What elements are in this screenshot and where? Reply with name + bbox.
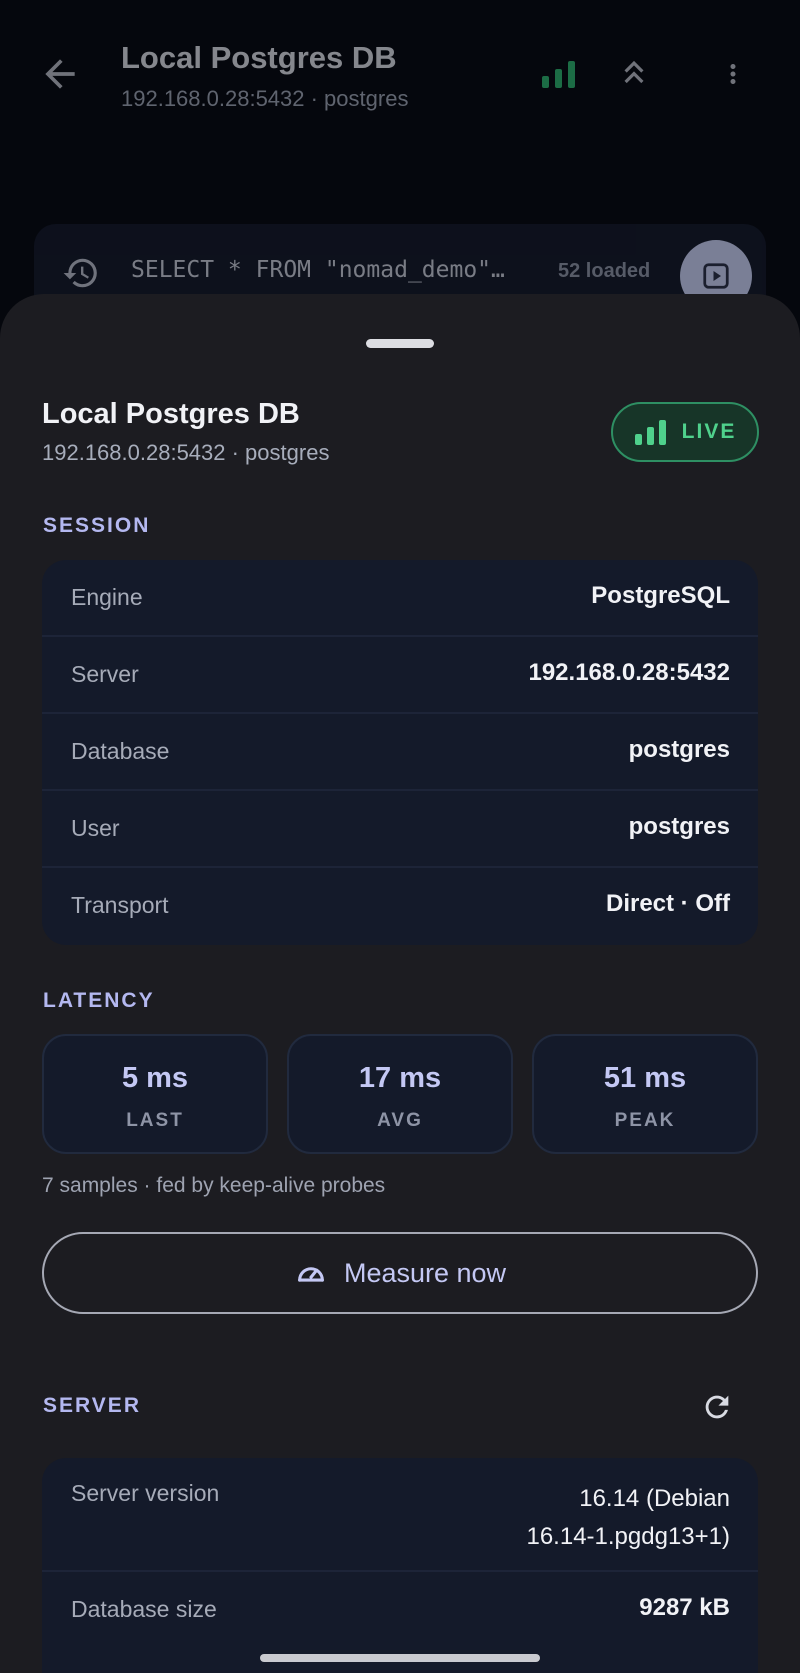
status-badge-label: LIVE: [681, 420, 737, 443]
run-query-icon: [703, 263, 729, 289]
session-row-database: Database postgres: [42, 714, 758, 791]
server-version-line2: 16.14-1.pgdg13+1): [526, 1523, 730, 1550]
latency-last-card: 5 ms LAST: [42, 1034, 268, 1154]
server-card: Server version 16.14 (Debian 16.14-1.pgd…: [42, 1458, 758, 1673]
row-value: 192.168.0.28:5432: [528, 659, 730, 686]
app-title: Local Postgres DB: [121, 40, 397, 75]
signal-bars-icon: [634, 420, 666, 445]
session-row-server: Server 192.168.0.28:5432: [42, 637, 758, 714]
session-row-engine: Engine PostgreSQL: [42, 560, 758, 637]
row-value: postgres: [628, 813, 730, 840]
sheet-subtitle: 192.168.0.28:5432 · postgres: [42, 440, 330, 465]
row-label: Server version: [71, 1480, 220, 1506]
sheet-drag-handle[interactable]: [366, 339, 434, 348]
row-label: Database: [71, 738, 170, 764]
history-icon[interactable]: [62, 254, 100, 292]
latency-heading: LATENCY: [43, 989, 155, 1012]
measure-now-label: Measure now: [343, 1257, 507, 1288]
connection-info-sheet: Local Postgres DB 192.168.0.28:5432 · po…: [0, 294, 800, 1673]
latency-label: AVG: [377, 1110, 423, 1131]
more-vert-icon[interactable]: [718, 52, 748, 96]
row-value: 16.14 (Debian 16.14-1.pgdg13+1): [526, 1480, 730, 1556]
session-heading: SESSION: [43, 514, 151, 537]
row-value: PostgreSQL: [591, 582, 730, 609]
status-badge: LIVE: [611, 402, 759, 462]
app-bar: Local Postgres DB 192.168.0.28:5432 · po…: [0, 0, 800, 150]
query-text[interactable]: SELECT * FROM "nomad_demo"…: [131, 257, 551, 283]
server-row-size: Database size 9287 kB: [42, 1572, 758, 1649]
row-label: Transport: [71, 892, 169, 918]
session-row-transport: Transport Direct · Off: [42, 868, 758, 945]
row-value: Direct · Off: [605, 890, 730, 917]
signal-bars-icon[interactable]: [540, 58, 578, 90]
session-row-user: User postgres: [42, 791, 758, 868]
app-subtitle: 192.168.0.28:5432 · postgres: [121, 86, 409, 111]
server-row-version: Server version 16.14 (Debian 16.14-1.pgd…: [42, 1458, 758, 1572]
latency-peak-card: 51 ms PEAK: [532, 1034, 758, 1154]
loaded-count: 52 loaded: [558, 260, 651, 282]
server-version-line1: 16.14 (Debian: [579, 1485, 730, 1512]
latency-value: 5 ms: [121, 1062, 189, 1094]
latency-value: 17 ms: [358, 1062, 442, 1094]
session-card: Engine PostgreSQL Server 192.168.0.28:54…: [42, 560, 758, 945]
latency-note: 7 samples · fed by keep-alive probes: [42, 1174, 386, 1197]
sheet-title: Local Postgres DB: [42, 398, 300, 430]
row-label: Database size: [71, 1596, 217, 1622]
arrow-back-icon[interactable]: [38, 52, 82, 96]
measure-now-button[interactable]: Measure now: [42, 1232, 758, 1314]
row-label: Server: [71, 661, 139, 687]
speedometer-icon: [298, 1267, 324, 1282]
server-heading: SERVER: [43, 1394, 141, 1417]
latency-value: 51 ms: [603, 1062, 687, 1094]
home-indicator[interactable]: [260, 1654, 540, 1662]
row-label: Engine: [71, 584, 143, 610]
row-value: postgres: [628, 736, 730, 763]
row-label: User: [71, 815, 120, 841]
double-chevron-up-icon[interactable]: [615, 52, 653, 92]
latency-label: PEAK: [614, 1110, 676, 1131]
latency-label: LAST: [126, 1110, 184, 1131]
row-value: 9287 kB: [639, 1594, 730, 1621]
latency-avg-card: 17 ms AVG: [287, 1034, 513, 1154]
refresh-icon[interactable]: [700, 1390, 734, 1424]
